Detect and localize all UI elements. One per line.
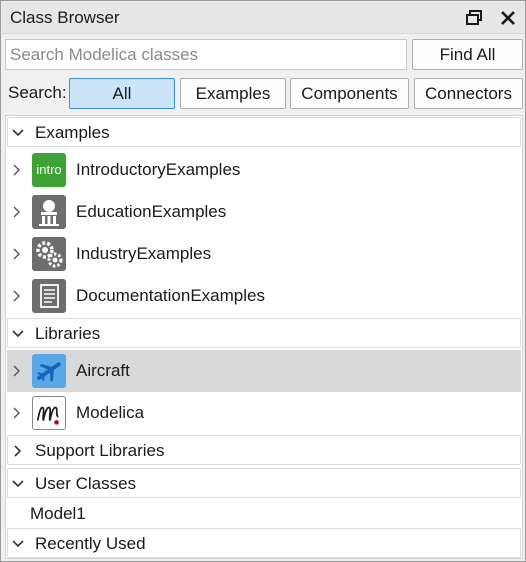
chevron-right-icon: [14, 445, 22, 457]
class-browser-panel: Class Browser Find All Search: All Examp…: [0, 0, 526, 562]
tree-item-modelica[interactable]: Modelica: [7, 392, 521, 434]
education-column-icon: [32, 195, 66, 229]
section-label: Recently Used: [35, 534, 146, 553]
chevron-down-icon: [12, 330, 24, 338]
chevron-down-icon: [12, 540, 24, 548]
section-support-libraries[interactable]: Support Libraries: [7, 435, 521, 465]
close-icon[interactable]: [498, 8, 518, 28]
chevron-right-icon[interactable]: [11, 407, 23, 419]
window-title: Class Browser: [10, 8, 120, 27]
find-all-button[interactable]: Find All: [412, 39, 523, 70]
filter-connectors-button[interactable]: Connectors: [414, 78, 523, 109]
chevron-right-icon[interactable]: [11, 290, 23, 302]
section-user-classes[interactable]: User Classes: [7, 468, 521, 498]
tree-item-industry-examples[interactable]: IndustryExamples: [7, 233, 521, 275]
chevron-right-icon[interactable]: [11, 206, 23, 218]
chevron-right-icon[interactable]: [11, 164, 23, 176]
title-bar: Class Browser: [2, 2, 525, 34]
chevron-down-icon: [12, 129, 24, 137]
section-recently-used[interactable]: Recently Used: [7, 528, 521, 558]
gears-icon: [32, 237, 66, 271]
tree-item-label: IndustryExamples: [76, 244, 212, 263]
section-label: Examples: [35, 123, 110, 142]
section-label: Libraries: [35, 324, 101, 343]
search-input[interactable]: [5, 39, 407, 70]
section-examples[interactable]: Examples: [7, 117, 521, 147]
class-tree: Examples intro IntroductoryExamples Educ…: [5, 115, 523, 559]
filter-examples-button[interactable]: Examples: [180, 78, 286, 109]
intro-badge-icon: intro: [32, 153, 66, 187]
restore-window-icon[interactable]: [464, 8, 484, 28]
tree-item-documentation-examples[interactable]: DocumentationExamples: [7, 275, 521, 317]
tree-item-education-examples[interactable]: EducationExamples: [7, 191, 521, 233]
search-filter-label: Search:: [8, 83, 67, 102]
filter-all-button[interactable]: All: [69, 78, 175, 109]
airplane-icon: [32, 354, 66, 388]
modelica-logo-icon: [32, 396, 66, 430]
filter-components-button[interactable]: Components: [290, 78, 409, 109]
tree-item-label: Modelica: [76, 403, 145, 422]
chevron-right-icon[interactable]: [11, 365, 23, 377]
section-libraries[interactable]: Libraries: [7, 318, 521, 348]
tree-item-label: EducationExamples: [76, 202, 227, 221]
tree-item-introductory-examples[interactable]: intro IntroductoryExamples: [7, 149, 521, 191]
chevron-right-icon[interactable]: [11, 248, 23, 260]
tree-item-label: DocumentationExamples: [76, 286, 265, 305]
section-label: Support Libraries: [35, 441, 165, 460]
user-class-model1[interactable]: Model1: [30, 504, 86, 524]
document-icon: [32, 279, 66, 313]
tree-item-label: IntroductoryExamples: [76, 160, 241, 179]
section-label: User Classes: [35, 474, 137, 493]
tree-item-label: Aircraft: [76, 361, 130, 380]
tree-item-aircraft[interactable]: Aircraft: [7, 350, 521, 392]
chevron-down-icon: [12, 480, 24, 488]
